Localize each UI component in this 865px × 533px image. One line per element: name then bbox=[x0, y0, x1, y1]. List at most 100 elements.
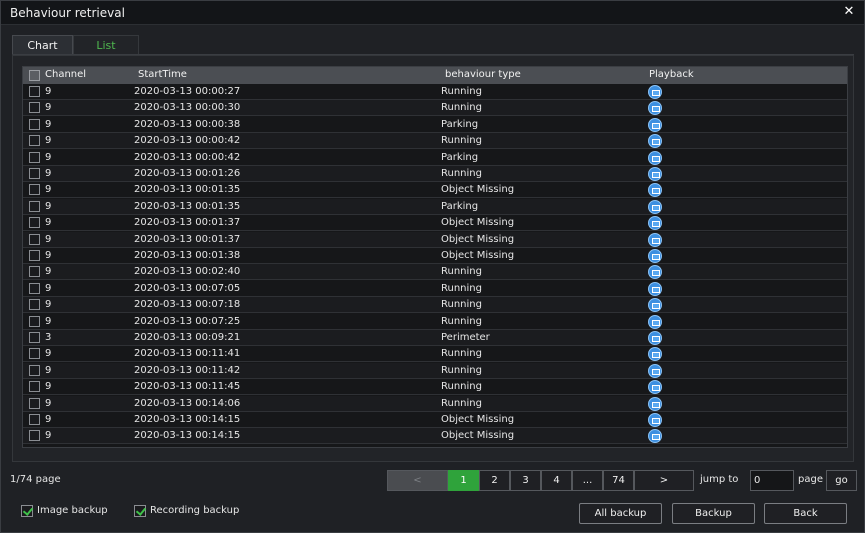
row-checkbox[interactable] bbox=[29, 168, 40, 179]
playback-icon[interactable] bbox=[648, 117, 662, 132]
cell-behaviour-type: Running bbox=[441, 315, 482, 327]
row-checkbox[interactable] bbox=[29, 364, 40, 376]
column-header-playback[interactable]: Playback bbox=[649, 69, 694, 80]
playback-icon[interactable] bbox=[648, 167, 662, 181]
playback-icon[interactable] bbox=[648, 347, 662, 362]
table-row[interactable]: 9 2020-03-13 00:07:05 Running bbox=[23, 281, 847, 297]
table-row[interactable]: 3 2020-03-13 00:09:21 Perimeter bbox=[23, 330, 847, 346]
image-backup-checkbox[interactable]: Image backup bbox=[21, 505, 121, 519]
tab-list[interactable]: List bbox=[73, 35, 139, 55]
backup-button[interactable]: Backup bbox=[672, 503, 755, 524]
table-row[interactable]: 9 2020-03-13 00:01:26 Running bbox=[23, 166, 847, 182]
go-button[interactable]: go bbox=[826, 470, 857, 491]
table-row[interactable]: 9 2020-03-13 00:00:30 Running bbox=[23, 100, 847, 117]
row-checkbox[interactable] bbox=[29, 266, 40, 278]
row-checkbox[interactable] bbox=[29, 397, 40, 409]
playback-icon[interactable] bbox=[648, 281, 662, 296]
row-checkbox[interactable] bbox=[29, 135, 40, 147]
playback-icon[interactable] bbox=[648, 314, 662, 329]
next-page-button[interactable]: > bbox=[634, 470, 694, 491]
table-row[interactable]: 9 2020-03-13 00:14:15 Object Missing bbox=[23, 428, 847, 445]
table-row[interactable]: 9 2020-03-13 00:01:37 Object Missing bbox=[23, 231, 847, 248]
row-checkbox[interactable] bbox=[29, 118, 40, 130]
table-row[interactable]: 9 2020-03-13 00:00:42 Parking bbox=[23, 150, 847, 166]
cell-behaviour-type: Object Missing bbox=[441, 430, 515, 442]
playback-icon[interactable] bbox=[648, 150, 662, 165]
playback-icon[interactable] bbox=[648, 265, 662, 280]
page-button-3[interactable]: 3 bbox=[510, 470, 541, 491]
playback-icon[interactable] bbox=[648, 363, 662, 378]
tab-chart[interactable]: Chart bbox=[12, 35, 73, 55]
recording-backup-checkbox[interactable]: Recording backup bbox=[134, 505, 249, 519]
playback-icon[interactable] bbox=[648, 199, 662, 214]
playback-icon[interactable] bbox=[648, 298, 662, 313]
table-row[interactable]: 9 2020-03-13 00:14:15 Object Missing bbox=[23, 412, 847, 428]
cell-channel: 9 bbox=[45, 266, 52, 278]
table-row[interactable]: 9 2020-03-13 00:11:41 Running bbox=[23, 346, 847, 363]
table-row[interactable]: 9 2020-03-13 00:00:38 Parking bbox=[23, 117, 847, 133]
cell-behaviour-type: Perimeter bbox=[441, 332, 490, 343]
cell-behaviour-type: Object Missing bbox=[441, 414, 515, 425]
table-row[interactable]: 9 2020-03-13 00:01:35 Parking bbox=[23, 198, 847, 215]
playback-icon[interactable] bbox=[648, 413, 662, 427]
row-checkbox[interactable] bbox=[29, 315, 40, 327]
table-row[interactable]: 9 2020-03-13 00:11:45 Running bbox=[23, 379, 847, 396]
column-header-channel[interactable]: Channel bbox=[45, 69, 86, 80]
table-row[interactable]: 9 2020-03-13 00:07:25 Running bbox=[23, 314, 847, 330]
table-row[interactable]: 9 2020-03-13 00:02:40 Running bbox=[23, 264, 847, 281]
table-row[interactable]: 9 2020-03-13 00:01:35 Object Missing bbox=[23, 182, 847, 199]
page-button-4[interactable]: 4 bbox=[541, 470, 572, 491]
playback-icon[interactable] bbox=[648, 216, 662, 231]
page-button-1[interactable]: 1 bbox=[448, 470, 479, 491]
table-row[interactable]: 9 2020-03-13 00:11:42 Running bbox=[23, 362, 847, 379]
page-button-2[interactable]: 2 bbox=[479, 470, 510, 491]
playback-icon[interactable] bbox=[648, 380, 662, 395]
page-ellipsis[interactable]: ... bbox=[572, 470, 603, 491]
table-row[interactable]: 9 2020-03-13 00:00:42 Running bbox=[23, 133, 847, 150]
row-checkbox[interactable] bbox=[29, 217, 40, 229]
playback-icon[interactable] bbox=[648, 331, 662, 345]
checkmark-icon bbox=[134, 505, 146, 517]
playback-icon[interactable] bbox=[648, 429, 662, 444]
row-checkbox[interactable] bbox=[29, 430, 40, 442]
playback-icon[interactable] bbox=[648, 134, 662, 149]
playback-icon[interactable] bbox=[648, 183, 662, 198]
row-checkbox[interactable] bbox=[29, 233, 40, 245]
column-header-start-time[interactable]: StartTime bbox=[138, 69, 187, 80]
row-checkbox[interactable] bbox=[29, 332, 40, 343]
playback-icon[interactable] bbox=[648, 85, 662, 99]
row-checkbox[interactable] bbox=[29, 250, 40, 261]
row-checkbox[interactable] bbox=[29, 381, 40, 393]
row-checkbox[interactable] bbox=[29, 184, 40, 196]
back-button[interactable]: Back bbox=[764, 503, 847, 524]
page-button-74[interactable]: 74 bbox=[603, 470, 634, 491]
cell-start-time: 2020-03-13 00:14:15 bbox=[134, 430, 241, 442]
playback-icon[interactable] bbox=[648, 232, 662, 247]
row-checkbox[interactable] bbox=[29, 348, 40, 360]
row-checkbox[interactable] bbox=[29, 299, 40, 311]
row-checkbox[interactable] bbox=[29, 200, 40, 212]
table-header: Channel StartTime behaviour type Playbac… bbox=[23, 67, 847, 84]
table-row[interactable]: 9 2020-03-13 00:01:38 Object Missing bbox=[23, 248, 847, 264]
table-row[interactable]: 9 2020-03-13 00:07:18 Running bbox=[23, 297, 847, 314]
select-all-checkbox[interactable] bbox=[29, 70, 40, 81]
playback-icon[interactable] bbox=[648, 101, 662, 116]
column-header-behaviour-type[interactable]: behaviour type bbox=[445, 69, 521, 80]
playback-icon[interactable] bbox=[648, 249, 662, 263]
all-backup-button[interactable]: All backup bbox=[579, 503, 662, 524]
cell-channel: 3 bbox=[45, 332, 52, 343]
row-checkbox[interactable] bbox=[29, 414, 40, 425]
close-icon[interactable]: ✕ bbox=[842, 5, 856, 19]
table-row[interactable]: 9 2020-03-13 00:01:37 Object Missing bbox=[23, 215, 847, 232]
cell-channel: 9 bbox=[45, 381, 52, 393]
row-checkbox[interactable] bbox=[29, 151, 40, 163]
cell-behaviour-type: Parking bbox=[441, 118, 479, 130]
row-checkbox[interactable] bbox=[29, 102, 40, 114]
playback-icon[interactable] bbox=[648, 396, 662, 411]
row-checkbox[interactable] bbox=[29, 282, 40, 294]
table-row[interactable]: 9 2020-03-13 00:14:06 Running bbox=[23, 395, 847, 412]
table-row[interactable]: 9 2020-03-13 00:00:27 Running bbox=[23, 84, 847, 100]
jump-page-input[interactable] bbox=[750, 470, 794, 491]
prev-page-button[interactable]: < bbox=[387, 470, 448, 491]
row-checkbox[interactable] bbox=[29, 86, 40, 97]
